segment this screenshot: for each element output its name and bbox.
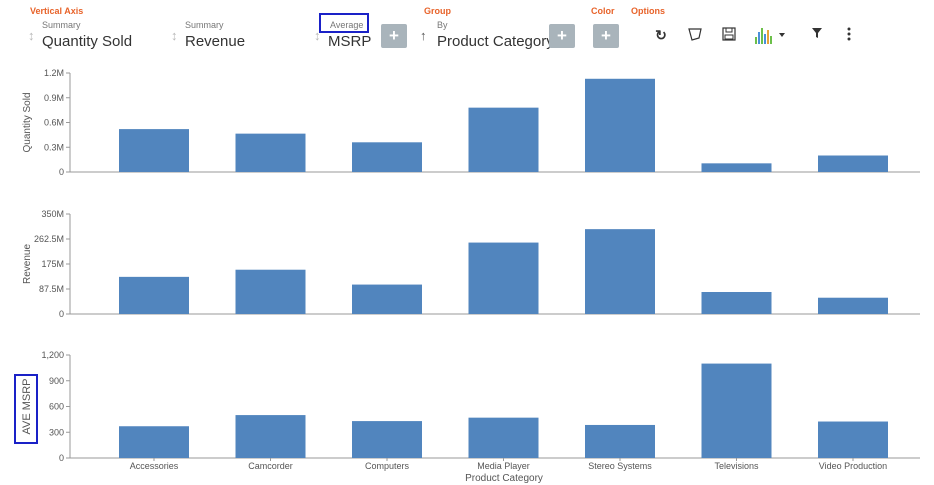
y-tick-label: 175M <box>41 259 64 269</box>
bar <box>235 133 306 172</box>
bar <box>352 421 422 458</box>
y-tick-label: 900 <box>49 376 64 386</box>
y-tick-label: 0 <box>59 309 64 319</box>
x-tick-label: Computers <box>365 461 410 471</box>
bar <box>235 269 306 314</box>
y-tick-label: 0 <box>59 167 64 177</box>
x-tick-label: Accessories <box>130 461 179 471</box>
x-tick-label: Stereo Systems <box>588 461 652 471</box>
x-axis-title: Product Category <box>465 473 543 484</box>
bar <box>119 426 189 458</box>
y-axis-title: Quantity Sold <box>22 92 33 152</box>
bar <box>468 107 539 172</box>
y-axis-title: Revenue <box>22 244 33 284</box>
y-tick-label: 87.5M <box>39 284 64 294</box>
y-tick-label: 0.6M <box>44 118 64 128</box>
ave-msrp-highlight-box <box>14 374 38 444</box>
y-tick-label: 350M <box>41 209 64 219</box>
bar <box>468 242 539 314</box>
bar <box>468 417 539 458</box>
bar <box>119 129 189 172</box>
bar <box>119 276 189 314</box>
bar <box>818 155 888 172</box>
y-tick-label: 600 <box>49 402 64 412</box>
bar <box>818 297 888 314</box>
y-tick-label: 1,200 <box>41 350 64 360</box>
y-tick-label: 0.9M <box>44 93 64 103</box>
x-tick-label: Video Production <box>819 461 887 471</box>
y-tick-label: 262.5M <box>34 234 64 244</box>
x-tick-label: Media Player <box>477 461 530 471</box>
bar <box>585 78 655 172</box>
y-tick-label: 0 <box>59 453 64 463</box>
x-tick-label: Camcorder <box>248 461 293 471</box>
x-tick-label: Televisions <box>714 461 759 471</box>
bar <box>701 363 772 458</box>
chart-canvas: 0 0.3M 0.6M 0.9M 1.2M Quantity Sold 0 87.5M 175M… <box>21 68 920 484</box>
bar <box>352 142 422 172</box>
bar <box>235 415 306 458</box>
bar <box>585 229 655 314</box>
y-tick-label: 300 <box>49 427 64 437</box>
y-tick-label: 0.3M <box>44 142 64 152</box>
bar <box>352 284 422 314</box>
bar <box>701 292 772 314</box>
bar <box>585 424 655 458</box>
y-tick-label: 1.2M <box>44 68 64 78</box>
bar <box>701 163 772 172</box>
bar <box>818 421 888 458</box>
